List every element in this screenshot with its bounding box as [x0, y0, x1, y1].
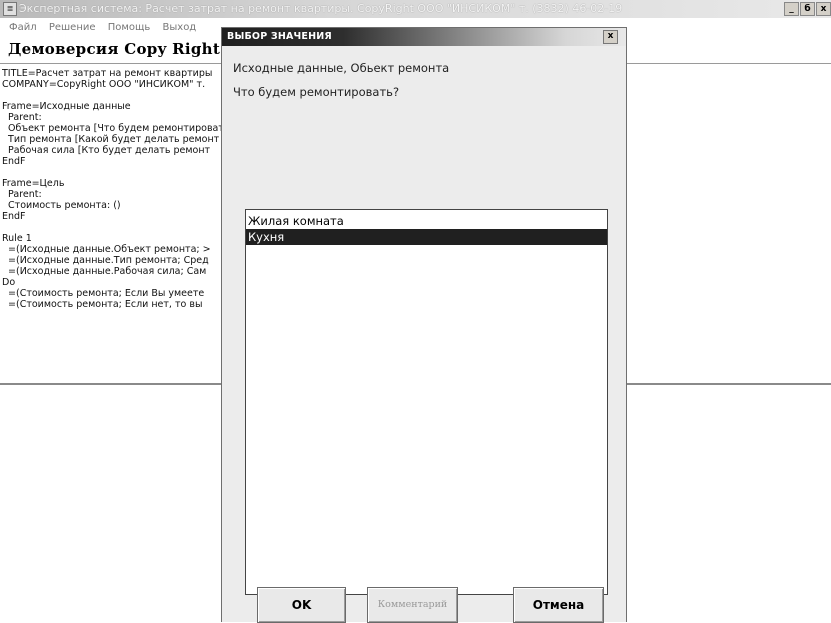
editor-line: Parent:: [2, 112, 42, 123]
editor-line: =(Исходные данные.Объект ремонта; >: [2, 244, 211, 255]
dialog-title: ВЫБОР ЗНАЧЕНИЯ: [227, 31, 332, 42]
main-window-titlebar: ≣ Экспертная система: Расчет затрат на р…: [0, 0, 831, 18]
editor-line: TITLE=Расчет затрат на ремонт квартиры: [2, 68, 213, 79]
list-item-kitchen[interactable]: Кухня: [246, 229, 607, 245]
dialog-question-text: Что будем ремонтировать?: [233, 85, 400, 99]
menu-solve[interactable]: Решение: [49, 18, 96, 38]
editor-line: =(Стоимость ремонта; Если нет, то вы: [2, 299, 203, 310]
dialog-titlebar: ВЫБОР ЗНАЧЕНИЯ x: [222, 28, 626, 46]
editor-line: Parent:: [2, 189, 42, 200]
menu-file[interactable]: Файл: [9, 18, 37, 38]
ok-button[interactable]: OK: [257, 587, 346, 623]
editor-line: =(Стоимость ремонта; Если Вы умеете: [2, 288, 205, 299]
cancel-button[interactable]: Отмена: [513, 587, 604, 623]
editor-line: Do: [2, 277, 16, 288]
window-title: Экспертная система: Расчет затрат на рем…: [19, 2, 623, 15]
window-controls: _ б x: [784, 2, 831, 16]
editor-line: Frame=Цель: [2, 178, 65, 189]
editor-line: =(Исходные данные.Рабочая сила; Сам: [2, 266, 207, 277]
editor-line: Rule 1: [2, 233, 32, 244]
editor-line: =(Исходные данные.Тип ремонта; Сред: [2, 255, 209, 266]
menu-help[interactable]: Помощь: [108, 18, 151, 38]
editor-line: EndF: [2, 156, 26, 167]
menu-exit[interactable]: Выход: [163, 18, 197, 38]
close-window-button[interactable]: x: [816, 2, 831, 16]
editor-line: Объект ремонта [Что будем ремонтировать: [2, 123, 230, 134]
editor-line: Frame=Исходные данные: [2, 101, 131, 112]
dialog-close-button[interactable]: x: [603, 30, 618, 44]
comment-button[interactable]: Комментарий: [367, 587, 458, 623]
value-selection-dialog: ВЫБОР ЗНАЧЕНИЯ x Исходные данные, Обьект…: [221, 27, 627, 623]
app-icon[interactable]: ≣: [3, 2, 17, 16]
editor-line: Рабочая сила [Кто будет делать ремонт: [2, 145, 211, 156]
list-item-living-room[interactable]: Жилая комната: [246, 213, 607, 229]
editor-line: Стоимость ремонта: (): [2, 200, 121, 211]
editor-line: EndF: [2, 211, 26, 222]
editor-line: COMPANY=CopyRight ООО "ИНСИКОМ" т.: [2, 79, 206, 90]
maximize-button[interactable]: б: [800, 2, 815, 16]
dialog-path-text: Исходные данные, Обьект ремонта: [233, 61, 450, 75]
knowledge-base-editor[interactable]: TITLE=Расчет затрат на ремонт квартиры CO…: [2, 68, 242, 380]
options-listbox[interactable]: Жилая комната Кухня: [245, 209, 608, 595]
editor-line: Тип ремонта [Какой будет делать ремонт: [2, 134, 220, 145]
minimize-button[interactable]: _: [784, 2, 799, 16]
